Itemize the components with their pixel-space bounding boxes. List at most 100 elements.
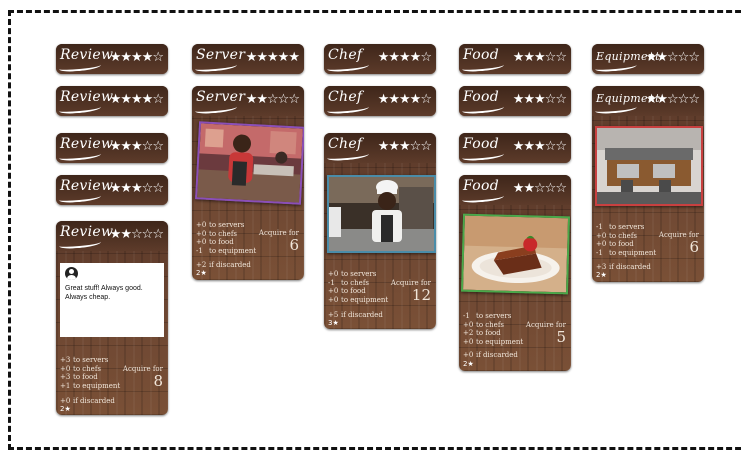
star-rating: ★★★☆☆ <box>512 92 567 107</box>
card-title: Food <box>463 178 499 194</box>
card-stats: +0 to servers -1 to chefs +0 to food +0 to e… <box>328 270 388 304</box>
user-avatar-icon <box>65 267 78 280</box>
title-underline <box>58 61 102 73</box>
star-rating: ★★★☆☆ <box>377 139 432 154</box>
title-underline <box>58 238 102 250</box>
title-underline <box>594 103 638 115</box>
card-title: Review <box>60 178 114 194</box>
server-photo <box>195 121 304 205</box>
title-underline <box>194 103 238 115</box>
title-underline <box>326 61 370 73</box>
card-title: Chef <box>328 47 363 63</box>
stat-row: +0 to equipment <box>463 337 524 346</box>
card-title: Chef <box>328 136 363 152</box>
discard-bonus: +0 if discarded <box>463 351 518 359</box>
stat-row: +3 to servers <box>60 356 109 364</box>
card-stats: +0 to servers +0 to chefs +0 to food -1 to e… <box>196 221 256 255</box>
stat-row: -1 to servers <box>463 312 512 320</box>
star-points: 2★ <box>60 405 71 413</box>
stat-row: +0 to food <box>196 238 234 247</box>
cake-photo <box>460 213 571 295</box>
card-title: Food <box>463 89 499 105</box>
equipment-card[interactable]: Equipment ★★☆☆☆ <box>592 44 704 74</box>
stat-row: +0 to equipment <box>328 295 389 304</box>
card-title: Food <box>463 47 499 63</box>
title-underline <box>461 103 505 115</box>
title-underline <box>194 61 238 73</box>
stat-row: +2 to food <box>463 329 501 338</box>
acquire-cost: Acquire for 6 <box>658 231 699 256</box>
star-rating: ★★☆☆☆ <box>512 181 567 196</box>
stat-row: +0 to servers <box>196 221 245 229</box>
acquire-cost: Acquire for 8 <box>122 365 163 390</box>
review-card[interactable]: Review ★★★★☆ <box>56 44 168 74</box>
food-card[interactable]: Food ★★★☆☆ <box>459 133 571 163</box>
chef-card[interactable]: Chef ★★★★☆ <box>324 86 436 116</box>
star-rating: ★★★☆☆ <box>512 139 567 154</box>
star-rating: ★★☆☆☆ <box>645 50 700 65</box>
acquire-cost: Acquire for 5 <box>525 321 566 346</box>
stat-row: -1 to servers <box>596 223 645 231</box>
equipment-card-expanded[interactable]: Equipment ★★☆☆☆ -1 to servers +0 to chefs … <box>592 86 704 282</box>
card-title: Review <box>60 136 114 152</box>
chef-card[interactable]: Chef ★★★★☆ <box>324 44 436 74</box>
title-underline <box>326 103 370 115</box>
title-underline <box>58 103 102 115</box>
stat-row: -1 to equipment <box>596 248 657 257</box>
stat-row: +0 to chefs <box>60 364 102 373</box>
card-title: Review <box>60 47 114 63</box>
card-title: Server <box>196 89 246 105</box>
star-points: 3★ <box>328 319 339 327</box>
chef-card-expanded[interactable]: Chef ★★★☆☆ +0 to servers -1 to chefs +0 to … <box>324 133 436 329</box>
review-card[interactable]: Review ★★★★☆ <box>56 86 168 116</box>
stat-row: +0 to food <box>596 240 634 249</box>
card-stats: +3 to servers +0 to chefs +3 to food +1 to e… <box>60 356 120 390</box>
card-title: Food <box>463 136 499 152</box>
discard-bonus: +5 if discarded <box>328 311 383 319</box>
title-underline <box>461 192 505 204</box>
star-rating: ★★☆☆☆ <box>109 227 164 242</box>
stat-row: -1 to chefs <box>328 278 370 287</box>
stat-row: -1 to equipment <box>196 246 257 255</box>
food-card[interactable]: Food ★★★☆☆ <box>459 86 571 116</box>
server-card[interactable]: Server ★★★★★ <box>192 44 304 74</box>
review-card-expanded[interactable]: Review ★★☆☆☆ Great stuff! Always good. A… <box>56 221 168 415</box>
title-underline <box>461 61 505 73</box>
food-card[interactable]: Food ★★★☆☆ <box>459 44 571 74</box>
star-rating: ★★★☆☆ <box>512 50 567 65</box>
star-rating: ★★★★★ <box>245 50 300 65</box>
server-card-expanded[interactable]: Server ★★☆☆☆ +0 to servers +0 to chefs +0 t… <box>192 86 304 280</box>
stat-row: +0 to chefs <box>196 229 238 238</box>
acquire-cost: Acquire for 12 <box>390 279 431 304</box>
star-rating: ★★★★☆ <box>377 92 432 107</box>
star-rating: ★★★★☆ <box>377 50 432 65</box>
discard-bonus: +3 if discarded <box>596 263 651 271</box>
discard-bonus: +0 if discarded <box>60 397 115 405</box>
title-underline <box>326 150 370 162</box>
food-card-expanded[interactable]: Food ★★☆☆☆ -1 to servers +0 to chefs +2 to … <box>459 175 571 371</box>
stat-row: +3 to food <box>60 373 98 382</box>
discard-bonus: +2 if discarded <box>196 261 251 269</box>
review-content: Great stuff! Always good. Always cheap. <box>60 263 164 337</box>
title-underline <box>58 150 102 162</box>
star-rating: ★★★☆☆ <box>109 181 164 196</box>
card-title: Server <box>196 47 246 63</box>
stat-row: +1 to equipment <box>60 381 121 390</box>
review-card[interactable]: Review ★★★☆☆ <box>56 175 168 205</box>
star-rating: ★★★★☆ <box>109 92 164 107</box>
star-rating: ★★☆☆☆ <box>245 92 300 107</box>
star-points: 2★ <box>196 269 207 277</box>
stat-row: +0 to servers <box>328 270 377 278</box>
card-title: Review <box>60 89 114 105</box>
review-card[interactable]: Review ★★★☆☆ <box>56 133 168 163</box>
stat-row: +0 to chefs <box>596 231 638 240</box>
star-points: 2★ <box>463 360 474 368</box>
title-underline <box>58 192 102 204</box>
star-rating: ★★★★☆ <box>109 50 164 65</box>
stat-row: +0 to food <box>328 287 366 296</box>
title-underline <box>594 61 638 73</box>
card-stats: -1 to servers +0 to chefs +2 to food +0 to e… <box>463 312 523 346</box>
star-points: 2★ <box>596 271 607 279</box>
card-title: Chef <box>328 89 363 105</box>
review-text: Great stuff! Always good. Always cheap. <box>65 285 143 301</box>
